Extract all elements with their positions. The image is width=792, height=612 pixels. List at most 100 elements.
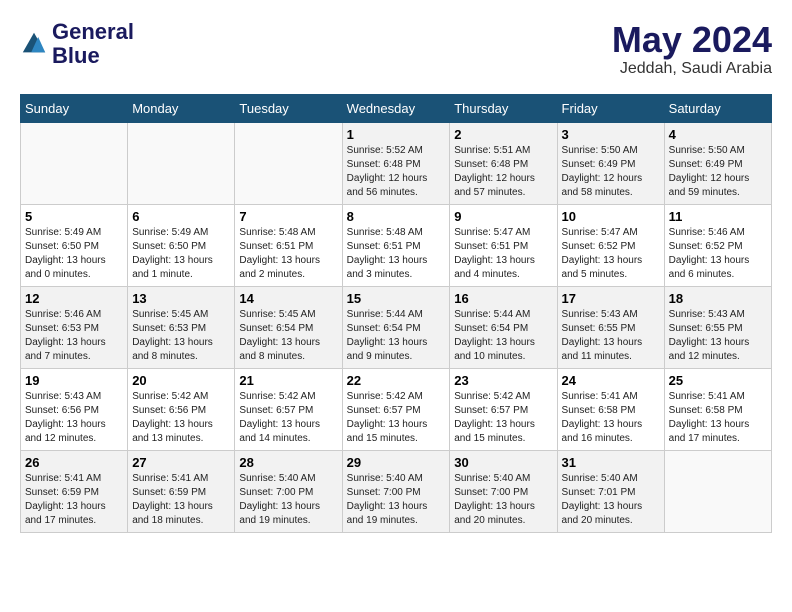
day-number: 9 <box>454 209 552 224</box>
day-info: Sunrise: 5:42 AMSunset: 6:57 PMDaylight:… <box>454 390 552 446</box>
calendar-cell: 7Sunrise: 5:48 AMSunset: 6:51 PMDaylight… <box>235 204 342 286</box>
calendar-week-4: 26Sunrise: 5:41 AMSunset: 6:59 PMDayligh… <box>21 450 772 532</box>
calendar-table: SundayMondayTuesdayWednesdayThursdayFrid… <box>20 94 772 533</box>
day-info: Sunrise: 5:41 AMSunset: 6:58 PMDaylight:… <box>562 390 660 446</box>
day-info: Sunrise: 5:44 AMSunset: 6:54 PMDaylight:… <box>454 308 552 364</box>
day-number: 4 <box>669 127 767 142</box>
calendar-cell: 30 Sunrise: 5:40 AMSunset: 7:00 PMDayligh… <box>450 450 557 532</box>
day-info: Sunrise: 5:41 AMSunset: 6:59 PMDaylight:… <box>25 472 123 528</box>
day-info: Sunrise: 5:42 AMSunset: 6:57 PMDaylight:… <box>347 390 446 446</box>
day-number: 19 <box>25 373 123 388</box>
day-info: Sunrise: 5:46 AMSunset: 6:53 PMDaylight:… <box>25 308 123 364</box>
calendar-cell: 17 Sunrise: 5:43 AMSunset: 6:55 PMDayligh… <box>557 286 664 368</box>
calendar-cell: 19 Sunrise: 5:43 AMSunset: 6:56 PMDayligh… <box>21 368 128 450</box>
day-info: Sunrise: 5:46 AMSunset: 6:52 PMDaylight:… <box>669 226 767 282</box>
day-info: Sunrise: 5:43 AMSunset: 6:56 PMDaylight:… <box>25 390 123 446</box>
weekday-header-tuesday: Tuesday <box>235 94 342 122</box>
calendar-cell: 2 Sunrise: 5:51 AMSunset: 6:48 PMDaylight… <box>450 122 557 204</box>
day-info: Sunrise: 5:41 AMSunset: 6:59 PMDaylight:… <box>132 472 230 528</box>
day-info: Sunrise: 5:40 AMSunset: 7:00 PMDaylight:… <box>454 472 552 528</box>
calendar-cell: 11 Sunrise: 5:46 AMSunset: 6:52 PMDayligh… <box>664 204 771 286</box>
calendar-week-1: 5 Sunrise: 5:49 AMSunset: 6:50 PMDaylight… <box>21 204 772 286</box>
weekday-header-saturday: Saturday <box>664 94 771 122</box>
day-info: Sunrise: 5:40 AMSunset: 7:00 PMDaylight:… <box>239 472 337 528</box>
calendar-cell <box>664 450 771 532</box>
calendar-cell: 13 Sunrise: 5:45 AMSunset: 6:53 PMDayligh… <box>128 286 235 368</box>
weekday-header-thursday: Thursday <box>450 94 557 122</box>
calendar-cell: 23Sunrise: 5:42 AMSunset: 6:57 PMDayligh… <box>450 368 557 450</box>
logo: General Blue <box>20 20 134 68</box>
calendar-cell: 20 Sunrise: 5:42 AMSunset: 6:56 PMDayligh… <box>128 368 235 450</box>
day-number: 20 <box>132 373 230 388</box>
calendar-cell: 16 Sunrise: 5:44 AMSunset: 6:54 PMDayligh… <box>450 286 557 368</box>
month-title: May 2024 <box>612 20 772 60</box>
day-number: 24 <box>562 373 660 388</box>
calendar-cell: 27Sunrise: 5:41 AMSunset: 6:59 PMDayligh… <box>128 450 235 532</box>
calendar-cell: 24 Sunrise: 5:41 AMSunset: 6:58 PMDayligh… <box>557 368 664 450</box>
day-info: Sunrise: 5:45 AMSunset: 6:54 PMDaylight:… <box>239 308 337 364</box>
calendar-cell: 8Sunrise: 5:48 AMSunset: 6:51 PMDaylight… <box>342 204 450 286</box>
calendar-cell: 4 Sunrise: 5:50 AMSunset: 6:49 PMDaylight… <box>664 122 771 204</box>
weekday-header-wednesday: Wednesday <box>342 94 450 122</box>
calendar-week-2: 12 Sunrise: 5:46 AMSunset: 6:53 PMDayligh… <box>21 286 772 368</box>
day-info: Sunrise: 5:47 AMSunset: 6:52 PMDaylight:… <box>562 226 660 282</box>
day-info: Sunrise: 5:47 AMSunset: 6:51 PMDaylight:… <box>454 226 552 282</box>
calendar-cell: 15 Sunrise: 5:44 AMSunset: 6:54 PMDayligh… <box>342 286 450 368</box>
day-number: 21 <box>239 373 337 388</box>
day-number: 15 <box>347 291 446 306</box>
calendar-cell: 21 Sunrise: 5:42 AMSunset: 6:57 PMDayligh… <box>235 368 342 450</box>
day-number: 16 <box>454 291 552 306</box>
calendar-cell: 5 Sunrise: 5:49 AMSunset: 6:50 PMDaylight… <box>21 204 128 286</box>
day-info: Sunrise: 5:50 AMSunset: 6:49 PMDaylight:… <box>669 144 767 200</box>
calendar-cell: 29Sunrise: 5:40 AMSunset: 7:00 PMDayligh… <box>342 450 450 532</box>
day-number: 12 <box>25 291 123 306</box>
weekday-row: SundayMondayTuesdayWednesdayThursdayFrid… <box>21 94 772 122</box>
location: Jeddah, Saudi Arabia <box>612 60 772 78</box>
day-info: Sunrise: 5:51 AMSunset: 6:48 PMDaylight:… <box>454 144 552 200</box>
logo-text: General Blue <box>52 20 134 68</box>
day-number: 13 <box>132 291 230 306</box>
day-number: 25 <box>669 373 767 388</box>
day-number: 11 <box>669 209 767 224</box>
day-number: 3 <box>562 127 660 142</box>
calendar-week-3: 19 Sunrise: 5:43 AMSunset: 6:56 PMDayligh… <box>21 368 772 450</box>
day-info: Sunrise: 5:48 AMSunset: 6:51 PMDaylight:… <box>347 226 446 282</box>
day-info: Sunrise: 5:40 AMSunset: 7:01 PMDaylight:… <box>562 472 660 528</box>
day-info: Sunrise: 5:45 AMSunset: 6:53 PMDaylight:… <box>132 308 230 364</box>
day-number: 2 <box>454 127 552 142</box>
calendar-header: SundayMondayTuesdayWednesdayThursdayFrid… <box>21 94 772 122</box>
day-number: 28 <box>239 455 337 470</box>
calendar-cell: 10 Sunrise: 5:47 AMSunset: 6:52 PMDayligh… <box>557 204 664 286</box>
calendar-cell: 31Sunrise: 5:40 AMSunset: 7:01 PMDayligh… <box>557 450 664 532</box>
calendar-body: 1Sunrise: 5:52 AMSunset: 6:48 PMDaylight… <box>21 122 772 532</box>
day-info: Sunrise: 5:43 AMSunset: 6:55 PMDaylight:… <box>669 308 767 364</box>
calendar-cell: 28 Sunrise: 5:40 AMSunset: 7:00 PMDayligh… <box>235 450 342 532</box>
calendar-cell: 26Sunrise: 5:41 AMSunset: 6:59 PMDayligh… <box>21 450 128 532</box>
calendar-cell <box>235 122 342 204</box>
day-info: Sunrise: 5:42 AMSunset: 6:57 PMDaylight:… <box>239 390 337 446</box>
title-block: May 2024 Jeddah, Saudi Arabia <box>612 20 772 78</box>
day-info: Sunrise: 5:43 AMSunset: 6:55 PMDaylight:… <box>562 308 660 364</box>
calendar-cell: 22 Sunrise: 5:42 AMSunset: 6:57 PMDayligh… <box>342 368 450 450</box>
calendar-cell: 12 Sunrise: 5:46 AMSunset: 6:53 PMDayligh… <box>21 286 128 368</box>
calendar-week-0: 1Sunrise: 5:52 AMSunset: 6:48 PMDaylight… <box>21 122 772 204</box>
day-number: 17 <box>562 291 660 306</box>
calendar-cell: 25 Sunrise: 5:41 AMSunset: 6:58 PMDayligh… <box>664 368 771 450</box>
calendar-cell: 14 Sunrise: 5:45 AMSunset: 6:54 PMDayligh… <box>235 286 342 368</box>
day-info: Sunrise: 5:41 AMSunset: 6:58 PMDaylight:… <box>669 390 767 446</box>
day-number: 30 <box>454 455 552 470</box>
page-header: General Blue May 2024 Jeddah, Saudi Arab… <box>20 20 772 78</box>
day-number: 7 <box>239 209 337 224</box>
calendar-cell: 3Sunrise: 5:50 AMSunset: 6:49 PMDaylight… <box>557 122 664 204</box>
day-info: Sunrise: 5:44 AMSunset: 6:54 PMDaylight:… <box>347 308 446 364</box>
day-number: 14 <box>239 291 337 306</box>
calendar-cell: 9 Sunrise: 5:47 AMSunset: 6:51 PMDaylight… <box>450 204 557 286</box>
day-number: 22 <box>347 373 446 388</box>
day-info: Sunrise: 5:49 AMSunset: 6:50 PMDaylight:… <box>25 226 123 282</box>
day-number: 5 <box>25 209 123 224</box>
day-info: Sunrise: 5:52 AMSunset: 6:48 PMDaylight:… <box>347 144 446 200</box>
day-info: Sunrise: 5:42 AMSunset: 6:56 PMDaylight:… <box>132 390 230 446</box>
day-info: Sunrise: 5:40 AMSunset: 7:00 PMDaylight:… <box>347 472 446 528</box>
weekday-header-monday: Monday <box>128 94 235 122</box>
day-number: 10 <box>562 209 660 224</box>
